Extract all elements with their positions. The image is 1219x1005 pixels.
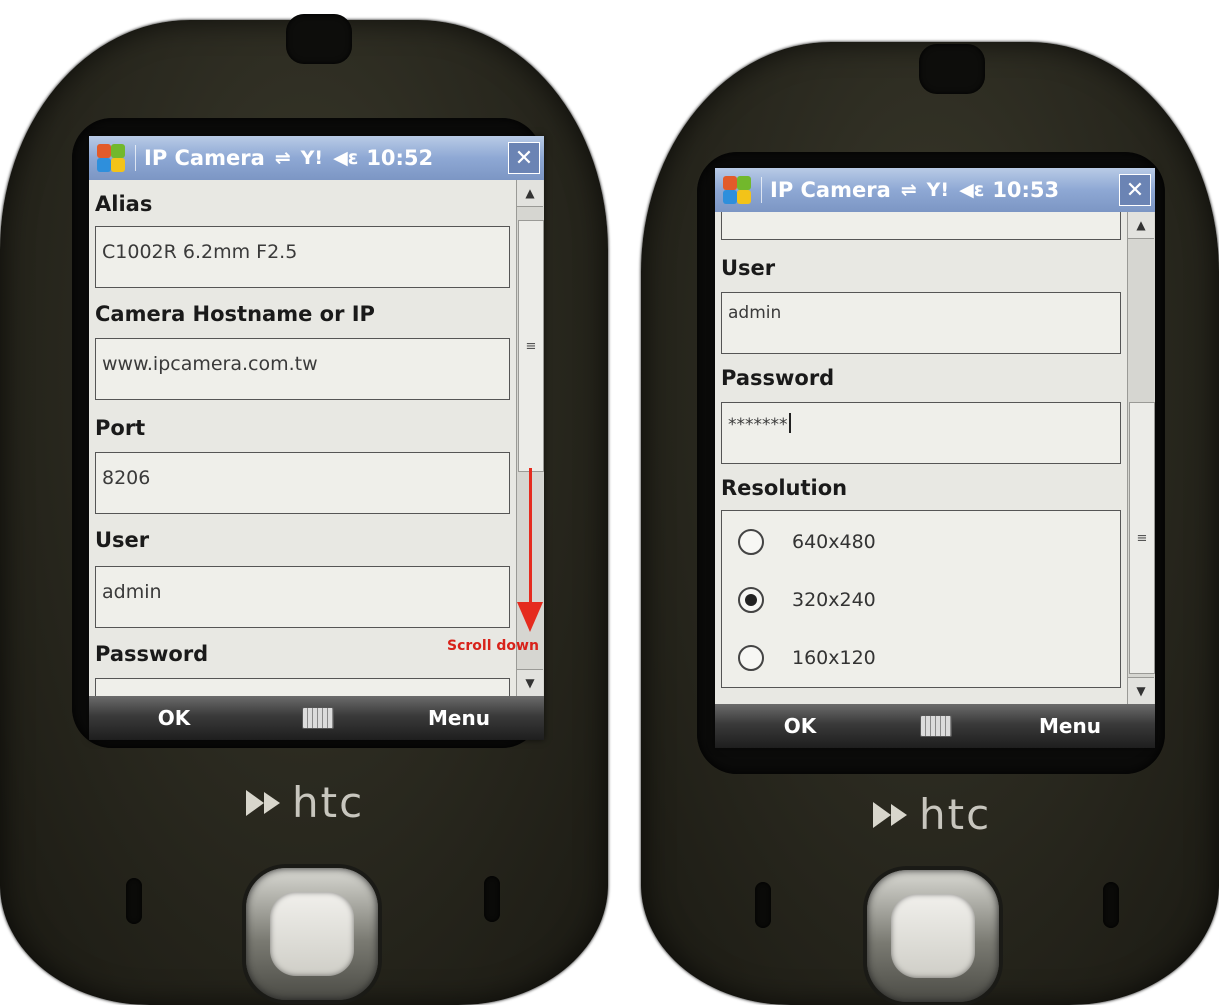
keyboard-icon[interactable] [920,715,952,737]
enter-button[interactable] [891,894,975,978]
user-label: User [721,256,776,280]
previous-field-edge[interactable] [721,212,1121,240]
form-content: User admin Password ******* Resolution 6… [715,212,1127,704]
scroll-up-icon[interactable]: ▲ [517,180,543,207]
user-field[interactable]: admin [721,292,1121,354]
camera-icon [286,14,352,64]
resolution-label: Resolution [721,476,848,500]
port-label: Port [95,416,146,440]
user-field[interactable]: admin [95,566,510,628]
enter-button[interactable] [270,892,354,976]
close-icon[interactable]: ✕ [1119,174,1151,206]
radio-label: 640x480 [792,531,876,553]
app-title: IP Camera [144,146,265,170]
windows-start-icon[interactable] [721,174,753,206]
app-title: IP Camera [770,178,891,202]
password-label: Password [95,642,209,666]
brand-logo: htc [873,790,991,839]
left-screen: IP Camera ⇌ Y! ◀ɛ 10:52 ✕ Alias C1002R 6… [89,136,544,740]
right-led [1103,882,1119,928]
scroll-down-icon[interactable]: ▼ [1128,677,1154,704]
radio-button-icon[interactable] [738,645,764,671]
ok-softkey[interactable]: OK [715,714,885,738]
password-field[interactable] [95,678,510,696]
connectivity-icon[interactable]: ⇌ [901,179,917,201]
scroll-down-annotation: Scroll down [447,638,539,654]
resolution-option-160x120[interactable]: 160x120 [738,645,876,671]
scroll-arrow-head-icon [517,602,543,632]
right-phone-device: IP Camera ⇌ Y! ◀ɛ 10:53 ✕ User admin Pas… [641,42,1219,1005]
close-icon[interactable]: ✕ [508,142,540,174]
navigation-pad[interactable] [246,868,378,1000]
camera-icon [919,44,985,94]
radio-label: 160x120 [792,647,876,669]
hostname-label: Camera Hostname or IP [95,302,375,326]
title-separator [761,177,762,203]
scroll-thumb[interactable]: ≡ [1129,402,1155,674]
menu-softkey[interactable]: Menu [985,714,1155,738]
resolution-option-320x240[interactable]: 320x240 [738,587,876,613]
password-field[interactable]: ******* [721,402,1121,464]
menu-softkey[interactable]: Menu [374,706,544,730]
clock[interactable]: 10:52 [366,146,433,170]
title-bar: IP Camera ⇌ Y! ◀ɛ 10:53 ✕ [715,168,1155,212]
scroll-up-icon[interactable]: ▲ [1128,212,1154,239]
scrollbar[interactable]: ▲ ≡ ▼ [1127,212,1155,704]
softkey-bar: OK Menu [89,696,544,740]
navigation-pad[interactable] [867,870,999,1002]
right-screen: IP Camera ⇌ Y! ◀ɛ 10:53 ✕ User admin Pas… [715,168,1155,748]
alias-field[interactable]: C1002R 6.2mm F2.5 [95,226,510,288]
radio-button-icon[interactable] [738,529,764,555]
htc-logo-icon [873,798,913,832]
alias-label: Alias [95,192,153,216]
right-led [484,876,500,922]
text-cursor [788,413,791,433]
signal-icon[interactable]: Y! [301,147,323,169]
password-label: Password [721,366,835,390]
scroll-thumb[interactable]: ≡ [518,220,544,472]
connectivity-icon[interactable]: ⇌ [275,147,291,169]
resolution-group: 640x480 320x240 160x120 [721,510,1121,688]
brand-name: htc [292,778,365,827]
scroll-down-icon[interactable]: ▼ [517,669,543,696]
ok-softkey[interactable]: OK [89,706,259,730]
left-phone-device: IP Camera ⇌ Y! ◀ɛ 10:52 ✕ Alias C1002R 6… [0,14,608,1005]
volume-icon[interactable]: ◀ɛ [959,179,984,201]
windows-start-icon[interactable] [95,142,127,174]
clock[interactable]: 10:53 [992,178,1059,202]
softkey-bar: OK Menu [715,704,1155,748]
left-led [126,878,142,924]
brand-name: htc [919,790,992,839]
volume-icon[interactable]: ◀ɛ [333,147,358,169]
title-separator [135,145,136,171]
keyboard-icon[interactable] [301,707,334,729]
radio-label: 320x240 [792,589,876,611]
left-led [755,882,771,928]
signal-icon[interactable]: Y! [927,179,949,201]
title-bar: IP Camera ⇌ Y! ◀ɛ 10:52 ✕ [89,136,544,180]
password-value: ******* [728,415,788,435]
user-label: User [95,528,150,552]
radio-button-checked-icon[interactable] [738,587,764,613]
scroll-arrow-line [529,468,532,608]
resolution-option-640x480[interactable]: 640x480 [738,529,876,555]
brand-logo: htc [246,778,364,827]
htc-logo-icon [246,786,286,820]
form-content: Alias C1002R 6.2mm F2.5 Camera Hostname … [89,180,516,696]
port-field[interactable]: 8206 [95,452,510,514]
hostname-field[interactable]: www.ipcamera.com.tw [95,338,510,400]
